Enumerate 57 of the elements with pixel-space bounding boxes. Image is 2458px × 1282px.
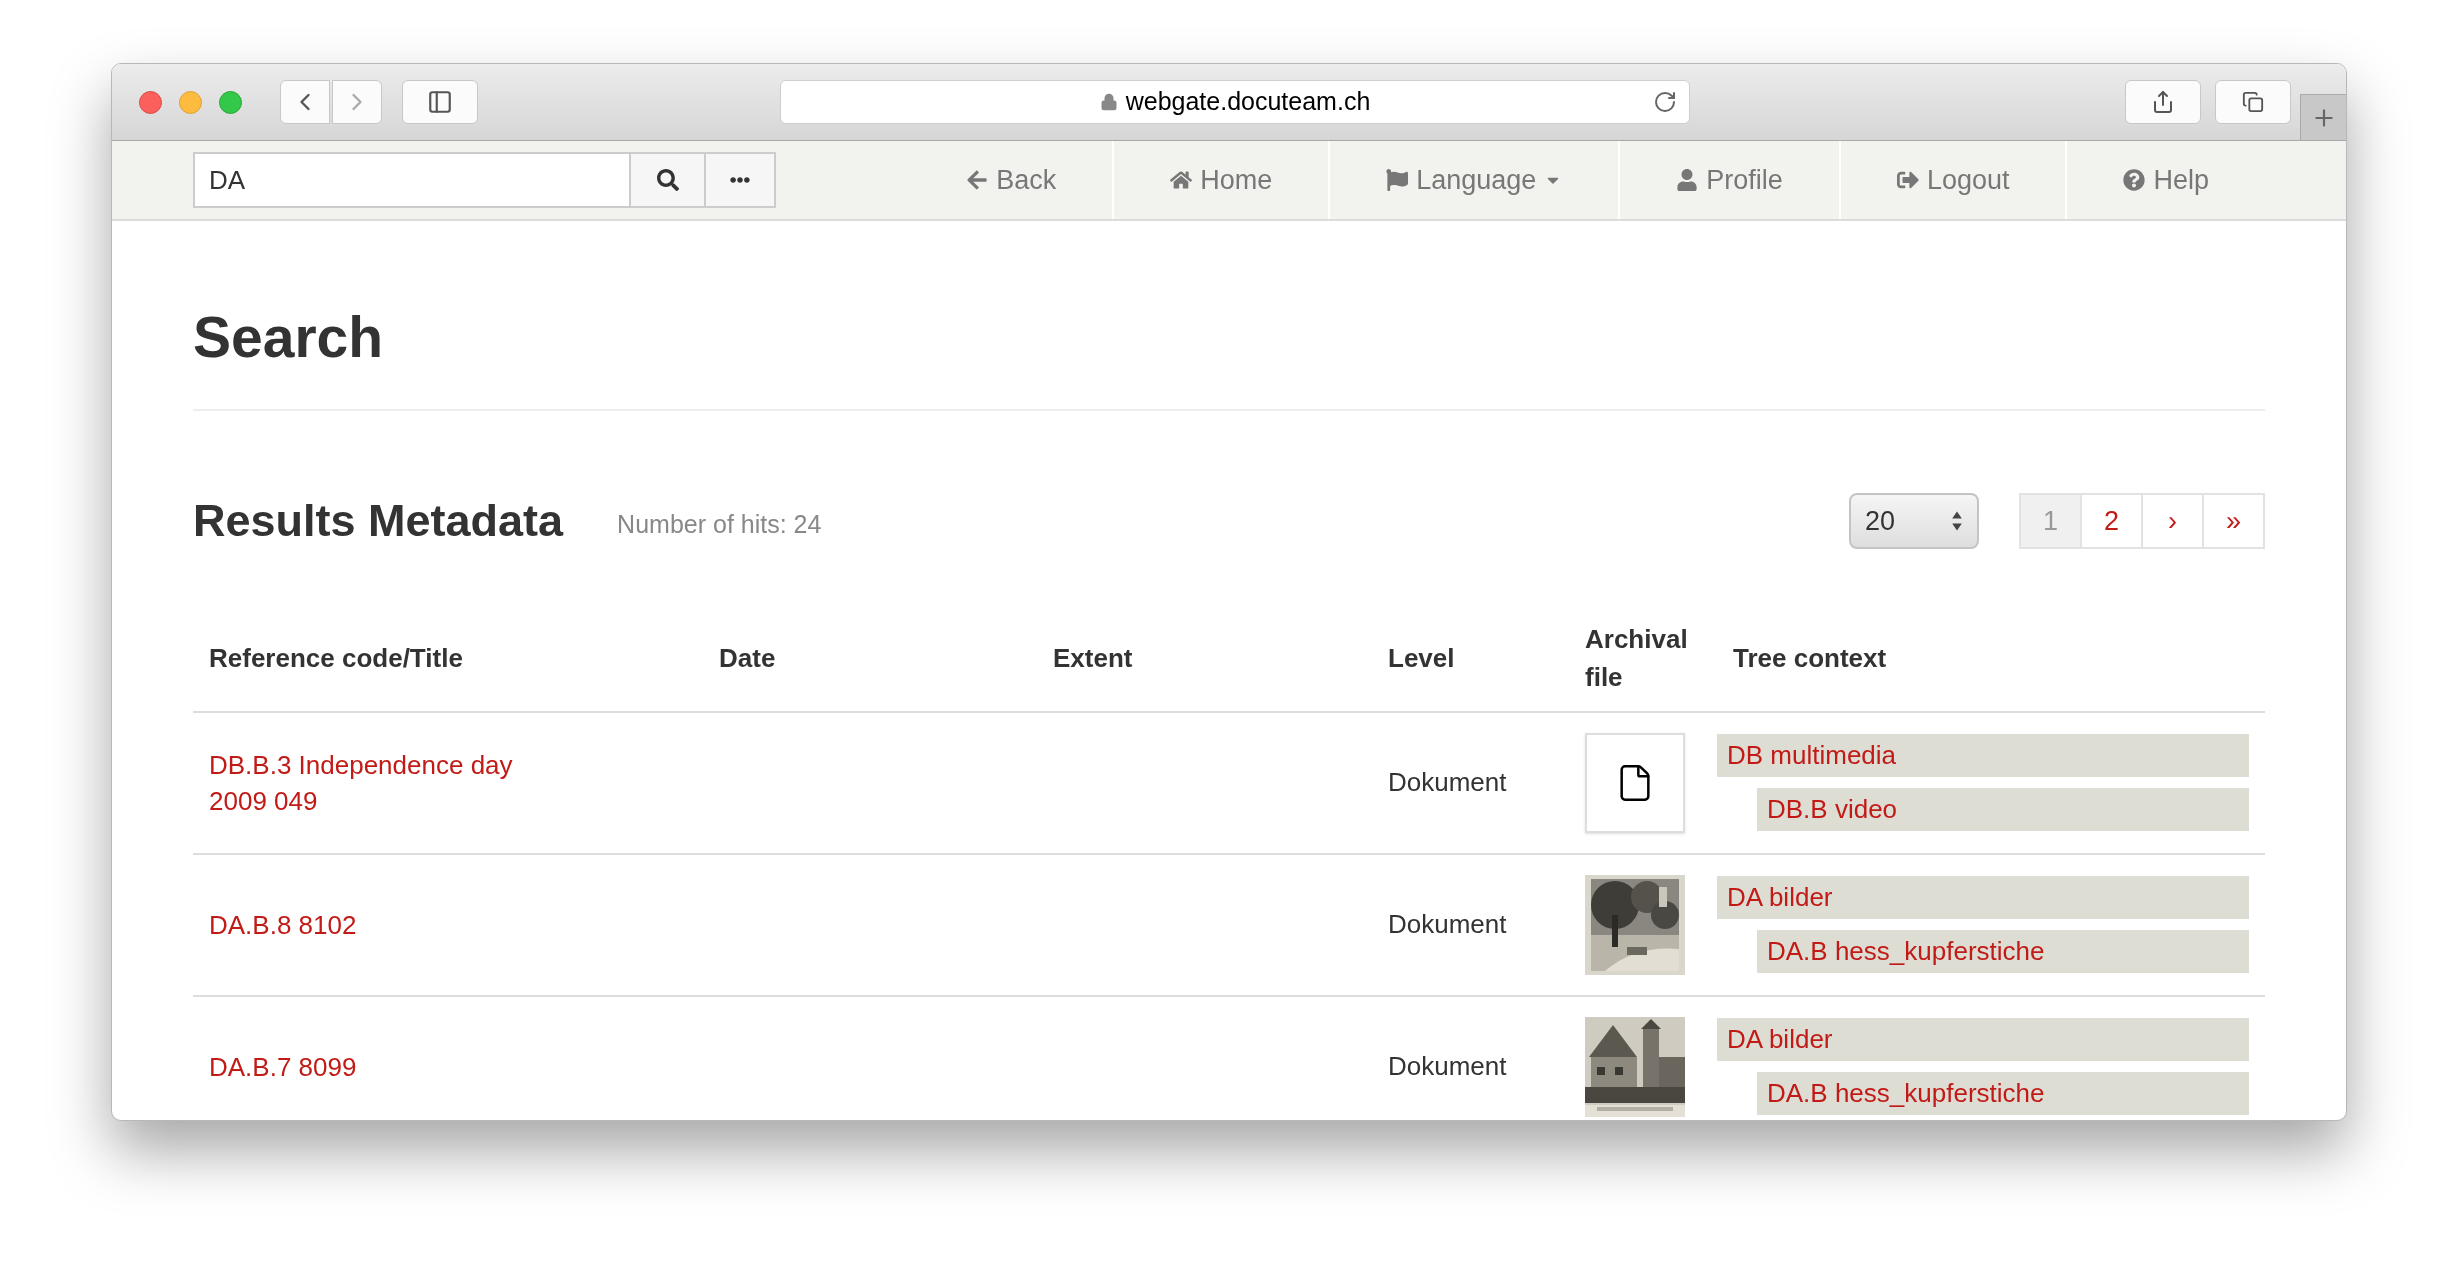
tabs-icon <box>2242 91 2264 113</box>
share-button[interactable] <box>2125 80 2201 124</box>
lock-icon <box>1099 93 1118 111</box>
back-button[interactable] <box>280 80 330 124</box>
logout-icon <box>1896 169 1919 191</box>
search-field[interactable]: DA <box>193 152 631 208</box>
flag-icon <box>1386 169 1409 191</box>
sidebar-icon <box>427 89 453 115</box>
record-link[interactable]: DA.B.7 8099 <box>209 1048 539 1085</box>
tabs-button[interactable] <box>2215 80 2291 124</box>
tree-node-link[interactable]: DA bilder <box>1717 876 2249 919</box>
page-size-select[interactable]: 20 <box>1849 492 1979 549</box>
page-link[interactable]: › <box>2141 492 2204 549</box>
record-link[interactable]: DB.B.3 Independence day 2009 049 <box>209 746 539 819</box>
column-header: Archival file <box>1585 622 1689 694</box>
column-header: Date <box>719 641 777 675</box>
level-text: Dokument <box>1388 1051 1507 1081</box>
nav-link[interactable]: Profile <box>1618 141 1839 219</box>
file-thumbnail[interactable] <box>1585 732 1685 833</box>
new-tab-button[interactable] <box>2300 94 2346 140</box>
column-header: Level <box>1388 641 1456 675</box>
nav-link[interactable]: Language <box>1328 141 1619 219</box>
tree-node-link[interactable]: DB multimedia <box>1717 734 2249 777</box>
tree-node-link[interactable]: DB.B video <box>1757 788 2249 831</box>
level-text: Dokument <box>1388 909 1507 939</box>
tree-node-link[interactable]: DA.B hess_kupferstiche <box>1757 930 2249 973</box>
page-title: Search <box>193 304 385 371</box>
results-title: Results Metadata <box>193 494 564 548</box>
address-bar[interactable]: webgate.docuteam.ch <box>780 80 1690 124</box>
page-link[interactable]: 2 <box>2080 492 2143 549</box>
sidebar-button[interactable] <box>402 80 478 124</box>
hits-count: Number of hits: 24 <box>617 509 822 540</box>
page-link[interactable]: » <box>2202 492 2265 549</box>
column-header: Tree context <box>1733 641 1888 675</box>
page-link[interactable]: 1 <box>2019 492 2082 549</box>
nav-link[interactable]: Back <box>910 141 1113 219</box>
user-icon <box>1676 169 1699 191</box>
record-link[interactable]: DA.B.8 8102 <box>209 906 539 943</box>
url-text: webgate.docuteam.ch <box>1125 86 1371 118</box>
stepper-icon <box>1951 509 1963 532</box>
reload-icon[interactable] <box>1653 90 1677 114</box>
nav-link[interactable]: Logout <box>1838 141 2066 219</box>
search-button[interactable] <box>631 152 706 208</box>
tree-node-link[interactable]: DA bilder <box>1717 1018 2249 1061</box>
arrow-left-icon <box>966 169 989 191</box>
nav-link[interactable]: Home <box>1112 141 1329 219</box>
nav-link[interactable]: Help <box>2065 141 2265 219</box>
column-header: Reference code/Title <box>209 641 464 675</box>
help-icon <box>2123 169 2146 191</box>
home-icon <box>1170 169 1193 191</box>
close-button[interactable] <box>139 90 162 114</box>
level-text: Dokument <box>1388 767 1507 797</box>
tree-node-link[interactable]: DA.B hess_kupferstiche <box>1757 1072 2249 1115</box>
search-icon <box>656 169 679 191</box>
zoom-button[interactable] <box>219 90 242 114</box>
share-icon <box>2151 90 2175 114</box>
column-header: Extent <box>1053 641 1134 675</box>
